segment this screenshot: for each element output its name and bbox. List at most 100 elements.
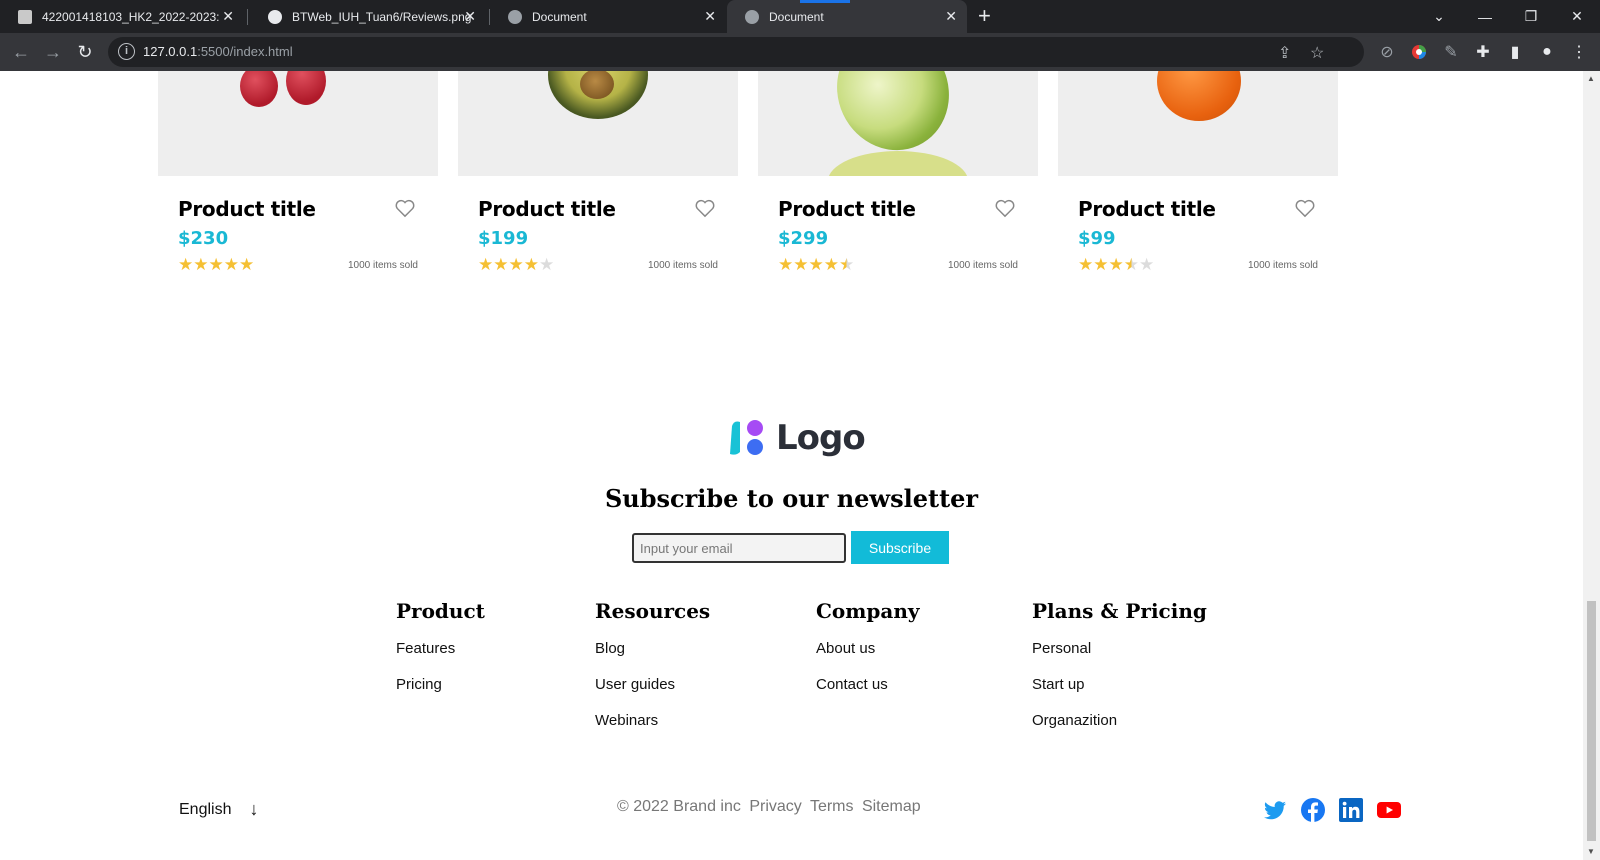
product-image-orange[interactable] bbox=[1058, 71, 1338, 176]
menu-kebab-icon[interactable]: ⋮ bbox=[1569, 42, 1589, 62]
url-path: :5500/index.html bbox=[197, 44, 293, 59]
new-tab-icon[interactable]: + bbox=[978, 5, 991, 27]
product-card[interactable]: Product title $99 ★ ★ ★ ★ ★ 1000 items sold bbox=[1058, 71, 1338, 286]
product-image-cherries[interactable] bbox=[158, 71, 438, 176]
site-info-icon[interactable]: i bbox=[118, 43, 135, 60]
heart-icon[interactable] bbox=[994, 198, 1016, 218]
sitemap-link[interactable]: Sitemap bbox=[862, 798, 921, 815]
footer-link-contact-us[interactable]: Contact us bbox=[816, 675, 920, 711]
pear-shape bbox=[828, 151, 968, 176]
address-bar[interactable]: i 127.0.0.1:5500/index.html ⇪ ☆ bbox=[108, 37, 1364, 67]
cherry-shape bbox=[240, 71, 278, 107]
product-title[interactable]: Product title bbox=[778, 197, 916, 221]
logo-text: Logo bbox=[776, 418, 866, 458]
pen-extension-icon[interactable]: ✎ bbox=[1441, 42, 1461, 62]
page-viewport: Product title $230 ★ ★ ★ ★ ★ 1000 items sold… bbox=[0, 71, 1583, 860]
forward-icon[interactable]: → bbox=[40, 39, 66, 65]
star-icon: ★ bbox=[823, 255, 839, 274]
product-price: $230 bbox=[178, 228, 229, 249]
tab-3[interactable]: Document ✕ bbox=[490, 0, 726, 33]
subscribe-button[interactable]: Subscribe bbox=[851, 531, 949, 564]
product-price: $199 bbox=[478, 228, 529, 249]
heart-icon[interactable] bbox=[694, 198, 716, 218]
star-icon: ★ bbox=[239, 255, 255, 274]
product-info: Product title $299 ★ ★ ★ ★ ★ 1000 items sold bbox=[758, 176, 1038, 286]
product-card[interactable]: Product title $299 ★ ★ ★ ★ ★ 1000 items sold bbox=[758, 71, 1038, 286]
tab-2[interactable]: BTWeb_IUH_Tuan6/Reviews.png ✕ bbox=[250, 0, 486, 33]
newsletter-title: Subscribe to our newsletter bbox=[604, 484, 979, 513]
tab-search-icon[interactable]: ⌄ bbox=[1416, 0, 1462, 33]
scrollbar-thumb[interactable] bbox=[1587, 601, 1596, 841]
tab-4-active[interactable]: Document ✕ bbox=[727, 0, 967, 33]
share-icon[interactable]: ⇪ bbox=[1278, 43, 1291, 63]
reload-icon[interactable]: ↻ bbox=[72, 39, 98, 65]
footer-link-pricing[interactable]: Pricing bbox=[396, 675, 485, 711]
facebook-icon[interactable] bbox=[1301, 798, 1325, 822]
back-icon[interactable]: ← bbox=[8, 39, 34, 65]
github-favicon-icon bbox=[268, 9, 282, 24]
heart-icon[interactable] bbox=[394, 198, 416, 218]
compass-extension-icon[interactable]: ⊘ bbox=[1377, 42, 1397, 62]
product-info: Product title $230 ★ ★ ★ ★ ★ 1000 items sold bbox=[158, 176, 438, 286]
bookmark-star-icon[interactable]: ☆ bbox=[1310, 43, 1324, 63]
footer-link-features[interactable]: Features bbox=[396, 639, 485, 675]
side-panel-icon[interactable]: ▮ bbox=[1505, 42, 1525, 62]
star-icon: ★ bbox=[208, 255, 224, 274]
product-image-avocado[interactable] bbox=[458, 71, 738, 176]
close-tab-icon[interactable]: ✕ bbox=[704, 8, 716, 24]
star-icon: ★ bbox=[1093, 255, 1109, 274]
star-icon: ★ bbox=[778, 255, 794, 274]
tab-divider bbox=[247, 9, 248, 25]
youtube-icon[interactable] bbox=[1377, 798, 1401, 822]
url-text[interactable]: 127.0.0.1:5500/index.html bbox=[143, 44, 293, 59]
heart-icon[interactable] bbox=[1294, 198, 1316, 218]
tab-title: Document bbox=[532, 9, 587, 24]
orange-shape bbox=[1157, 71, 1241, 121]
items-sold: 1000 items sold bbox=[647, 260, 718, 271]
star-icon: ★ bbox=[178, 255, 194, 274]
footer-column-heading: Product bbox=[396, 599, 485, 623]
close-tab-icon[interactable]: ✕ bbox=[945, 8, 957, 24]
close-window-icon[interactable]: ✕ bbox=[1554, 0, 1600, 33]
star-icon: ★ bbox=[1139, 255, 1155, 274]
browser-tab-strip: 422001418103_HK2_2022-2023: N ✕ BTWeb_IU… bbox=[0, 0, 1600, 33]
loading-indicator bbox=[800, 0, 850, 3]
product-image-lime[interactable] bbox=[758, 71, 1038, 176]
items-sold: 1000 items sold bbox=[947, 260, 1018, 271]
copyright-text: © 2022 Brand inc bbox=[617, 798, 741, 815]
scroll-up-icon[interactable]: ▲ bbox=[1587, 74, 1595, 83]
terms-link[interactable]: Terms bbox=[810, 798, 854, 815]
footer-link-user-guides[interactable]: User guides bbox=[595, 675, 710, 711]
profile-icon[interactable]: ● bbox=[1537, 42, 1557, 62]
product-card[interactable]: Product title $230 ★ ★ ★ ★ ★ 1000 items sold bbox=[158, 71, 438, 286]
footer-link-about-us[interactable]: About us bbox=[816, 639, 920, 675]
product-info: Product title $99 ★ ★ ★ ★ ★ 1000 items sold bbox=[1058, 176, 1338, 286]
close-tab-icon[interactable]: ✕ bbox=[222, 8, 234, 24]
extensions-puzzle-icon[interactable]: ✚ bbox=[1473, 42, 1493, 62]
color-extension-icon[interactable] bbox=[1409, 42, 1429, 62]
tab-1[interactable]: 422001418103_HK2_2022-2023: N ✕ bbox=[0, 0, 244, 33]
footer-link-webinars[interactable]: Webinars bbox=[595, 711, 710, 747]
footer-link-blog[interactable]: Blog bbox=[595, 639, 710, 675]
privacy-link[interactable]: Privacy bbox=[749, 798, 801, 815]
twitter-icon[interactable] bbox=[1263, 798, 1287, 822]
footer-link-organization[interactable]: Organazition bbox=[1032, 711, 1207, 747]
scroll-down-icon[interactable]: ▼ bbox=[1587, 847, 1595, 856]
restore-icon[interactable]: ❐ bbox=[1508, 0, 1554, 33]
close-tab-icon[interactable]: ✕ bbox=[464, 8, 476, 24]
browser-toolbar: ← → ↻ i 127.0.0.1:5500/index.html ⇪ ☆ ⊘ … bbox=[0, 33, 1600, 71]
minimize-icon[interactable]: — bbox=[1462, 0, 1508, 33]
product-title[interactable]: Product title bbox=[1078, 197, 1216, 221]
language-selector[interactable]: English ↓ bbox=[179, 799, 258, 820]
footer-logo[interactable]: Logo bbox=[728, 418, 866, 458]
footer-link-personal[interactable]: Personal bbox=[1032, 639, 1207, 675]
product-card[interactable]: Product title $199 ★ ★ ★ ★ ★ 1000 items sold bbox=[458, 71, 738, 286]
email-input[interactable] bbox=[632, 533, 846, 563]
footer-link-start-up[interactable]: Start up bbox=[1032, 675, 1207, 711]
product-title[interactable]: Product title bbox=[178, 197, 316, 221]
product-title[interactable]: Product title bbox=[478, 197, 616, 221]
linkedin-icon[interactable] bbox=[1339, 798, 1363, 822]
page-scrollbar[interactable]: ▲ ▼ bbox=[1583, 71, 1600, 860]
rating-stars: ★ ★ ★ ★ ★ bbox=[478, 256, 554, 273]
globe-favicon-icon bbox=[745, 9, 759, 24]
